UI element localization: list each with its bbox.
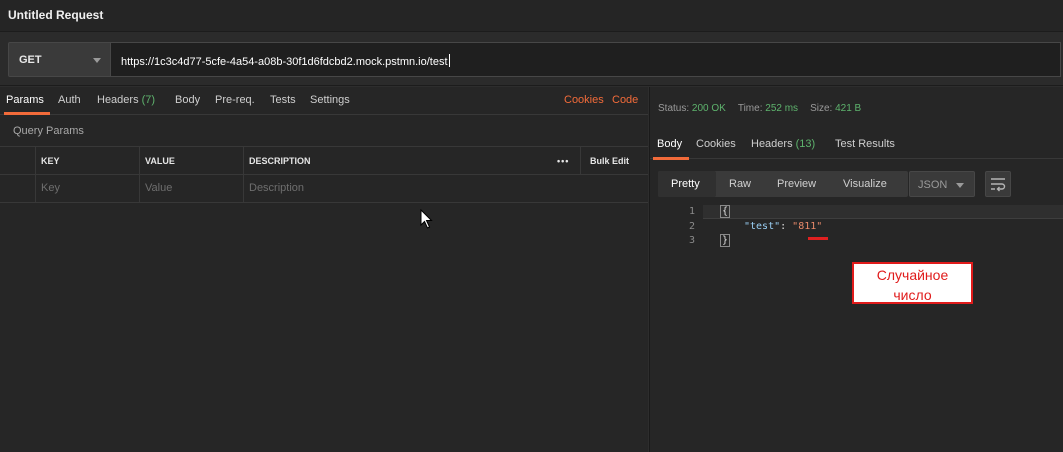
json-key: "test" xyxy=(744,221,781,232)
text-cursor xyxy=(448,54,450,67)
tab-tests[interactable]: Tests xyxy=(270,94,296,106)
response-status: Status: 200 OK Time: 252 ms Size: 421 B xyxy=(658,103,862,114)
visualize-button[interactable]: Visualize xyxy=(843,178,887,190)
method-select[interactable]: GET xyxy=(8,42,111,77)
format-select[interactable]: JSON xyxy=(909,171,975,197)
json-value: "811" xyxy=(792,221,823,232)
title-bar: Untitled Request xyxy=(0,0,1063,32)
tab-headers[interactable]: Headers (7) xyxy=(97,94,155,106)
tab-params[interactable]: Params xyxy=(6,94,44,106)
url-bar: GET https://1c3c4d77-5cfe-4a54-a08b-30f1… xyxy=(0,32,1063,86)
row-checkbox-cell xyxy=(0,175,35,203)
url-text: https://1c3c4d77-5cfe-4a54-a08b-30f1d6fd… xyxy=(121,56,448,68)
tab-body[interactable]: Body xyxy=(175,94,200,106)
url-input[interactable]: https://1c3c4d77-5cfe-4a54-a08b-30f1d6fd… xyxy=(111,42,1061,77)
tab-response-body[interactable]: Body xyxy=(657,138,682,150)
query-params-table: KEY VALUE DESCRIPTION ••• Bulk Edit Key … xyxy=(0,146,648,203)
raw-button[interactable]: Raw xyxy=(729,178,751,190)
table-header-row: KEY VALUE DESCRIPTION ••• Bulk Edit xyxy=(0,147,648,175)
header-divider xyxy=(580,147,581,175)
query-params-title: Query Params xyxy=(13,125,84,137)
tab-response-headers[interactable]: Headers (13) xyxy=(751,138,815,150)
tab-test-results[interactable]: Test Results xyxy=(835,138,895,150)
value-input[interactable]: Value xyxy=(139,175,243,203)
description-input[interactable]: Description xyxy=(243,175,648,203)
status-code: 200 OK xyxy=(691,103,726,114)
value-underline-mark xyxy=(808,237,828,240)
code-link[interactable]: Code xyxy=(612,94,638,106)
active-tab-indicator xyxy=(4,112,50,115)
request-pane: Params Auth Headers (7) Body Pre-req. Te… xyxy=(0,87,648,452)
table-row: Key Value Description xyxy=(0,175,648,203)
header-cell-description: DESCRIPTION xyxy=(243,147,548,175)
tab-settings[interactable]: Settings xyxy=(310,94,350,106)
header-cell-key: KEY xyxy=(35,147,139,175)
open-brace: { xyxy=(720,205,731,218)
close-brace: } xyxy=(720,234,731,247)
mouse-pointer-icon xyxy=(420,209,433,229)
request-title[interactable]: Untitled Request xyxy=(8,8,103,22)
cookies-link[interactable]: Cookies xyxy=(564,94,604,106)
tab-auth[interactable]: Auth xyxy=(58,94,81,106)
wrap-lines-button[interactable] xyxy=(985,171,1011,197)
chevron-down-icon xyxy=(93,58,101,63)
annotation-line-1: Случайное xyxy=(876,267,949,283)
more-icon[interactable]: ••• xyxy=(557,156,569,166)
wrap-lines-icon xyxy=(991,178,1006,192)
key-input[interactable]: Key xyxy=(35,175,139,203)
bulk-edit-link[interactable]: Bulk Edit xyxy=(590,156,629,166)
view-mode-group: Pretty Raw Preview Visualize xyxy=(658,171,908,197)
tab-pre-request[interactable]: Pre-req. xyxy=(215,94,255,106)
line-number: 1 xyxy=(688,206,695,217)
line-number: 3 xyxy=(688,235,695,246)
response-time: 252 ms xyxy=(765,103,799,114)
request-tabs: Params Auth Headers (7) Body Pre-req. Te… xyxy=(0,87,648,115)
response-size: 421 B xyxy=(835,103,862,114)
preview-button[interactable]: Preview xyxy=(777,178,816,190)
annotation-line-2: число xyxy=(893,287,932,303)
active-line-highlight xyxy=(703,205,1063,219)
header-cell-value: VALUE xyxy=(139,147,243,175)
chevron-down-icon xyxy=(956,183,964,188)
pretty-button[interactable]: Pretty xyxy=(671,178,700,190)
tab-response-cookies[interactable]: Cookies xyxy=(696,138,736,150)
annotation-callout: Случайное число xyxy=(852,262,973,304)
line-number: 2 xyxy=(688,221,695,232)
header-cell-checkbox xyxy=(0,147,35,175)
method-label: GET xyxy=(19,54,42,66)
response-tabs: Body Cookies Headers (13) Test Results xyxy=(650,131,1063,160)
active-tab-indicator xyxy=(653,157,689,160)
